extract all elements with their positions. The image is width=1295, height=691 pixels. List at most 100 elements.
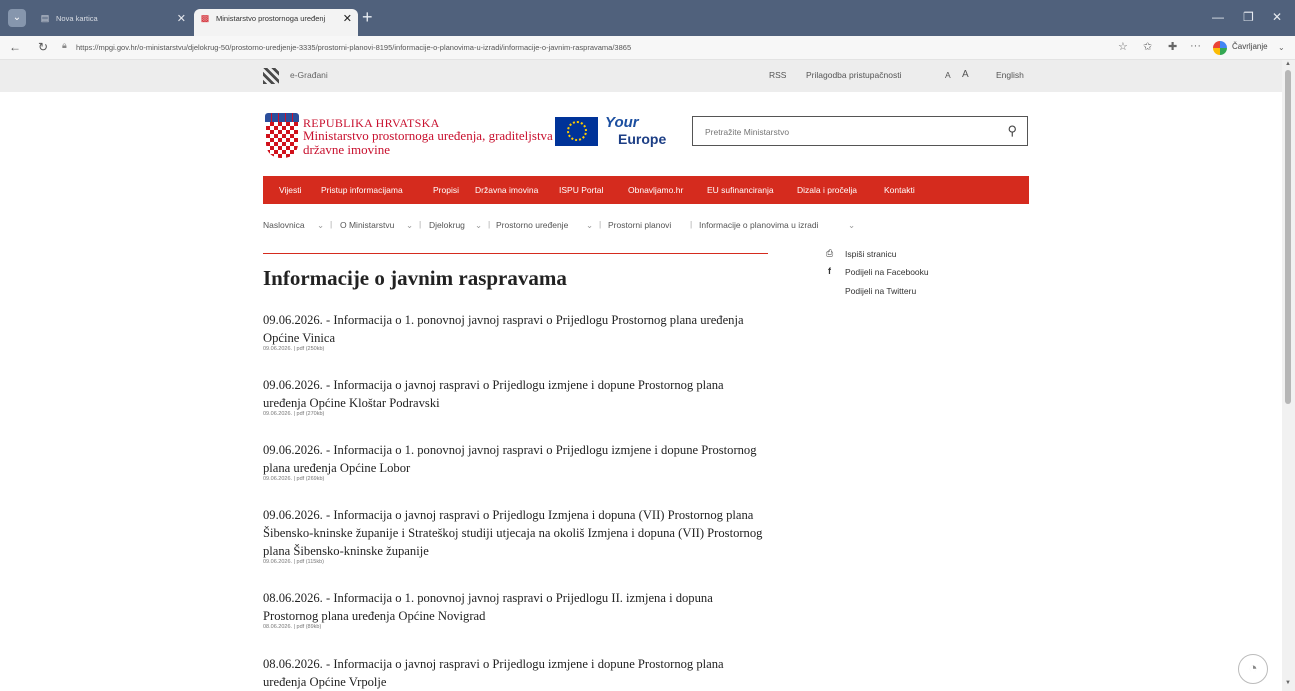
breadcrumb-item[interactable]: Djelokrug — [429, 220, 465, 230]
breadcrumb-separator: | — [690, 219, 693, 229]
list-item[interactable]: 08.06.2026. - Informacija o 1. ponovnoj … — [263, 589, 763, 630]
ministry-name[interactable]: Ministarstvo prostornoga uređenja, gradi… — [303, 129, 563, 157]
title-divider — [263, 253, 768, 254]
item-title: - Informacija o 1. ponovnoj javnoj raspr… — [263, 313, 744, 345]
breadcrumb-item[interactable]: Informacije o planovima u izradi — [699, 220, 819, 230]
item-date: 09.06.2026. — [263, 508, 323, 522]
close-window-icon[interactable]: ✕ — [1272, 10, 1282, 24]
facebook-icon[interactable]: f — [828, 266, 831, 276]
address-bar: ← ↻ 🔒︎ https://mpgi.gov.hr/o-ministarstv… — [0, 36, 1295, 60]
item-link[interactable]: 09.06.2026. - Informacija o javnoj raspr… — [263, 376, 763, 412]
browser-tabbar: ⌄ ▤ Nova kartica ✕ ▩ Ministarstvo prosto… — [0, 0, 1295, 36]
rss-link[interactable]: RSS — [769, 70, 786, 80]
list-item[interactable]: 09.06.2026. - Informacija o javnoj raspr… — [263, 506, 763, 565]
breadcrumb-item[interactable]: O Ministarstvu — [340, 220, 394, 230]
more-menu-icon[interactable]: ··· — [1190, 40, 1201, 52]
back-arrow-icon[interactable]: ← — [9, 40, 21, 54]
favorite-star-icon[interactable]: ☆ — [1118, 40, 1128, 53]
item-title: - Informacija o javnoj raspravi o Prijed… — [263, 657, 724, 689]
chevron-down-icon[interactable]: ⌄ — [586, 220, 593, 231]
nav-item-pristup-informacijama[interactable]: Pristup informacijama — [321, 185, 403, 195]
list-item[interactable]: 09.06.2026. - Informacija o 1. ponovnoj … — [263, 441, 763, 482]
nav-item-drzavna-imovina[interactable]: Državna imovina — [475, 185, 538, 195]
scroll-up-icon[interactable]: ▲ — [1285, 61, 1291, 67]
item-title: - Informacija o 1. ponovnoj javnoj raspr… — [263, 591, 713, 623]
nav-item-eu-sufinanciranja[interactable]: EU sufinanciranja — [707, 185, 774, 195]
tab-actions-chevron-icon[interactable]: ⌄ — [8, 9, 26, 27]
item-date: 08.06.2026. — [263, 657, 323, 671]
new-tab-page-icon: ▤ — [40, 13, 50, 23]
print-page-link[interactable]: Ispiši stranicu — [845, 249, 897, 259]
nav-item-vijesti[interactable]: Vijesti — [279, 185, 302, 195]
new-tab-button[interactable]: + — [362, 8, 373, 26]
utility-bar: e-Građani RSS Prilagodba pristupačnosti … — [0, 60, 1282, 92]
chevron-down-icon[interactable]: ⌄ — [317, 220, 324, 231]
your-europe-your[interactable]: Your — [605, 114, 639, 131]
search-box: ⚲ — [692, 116, 1028, 146]
nav-item-obnavljamo[interactable]: Obnavljamo.hr — [628, 185, 683, 195]
croatian-coat-of-arms-favicon-icon: ▩ — [200, 13, 210, 23]
item-meta[interactable]: 09.06.2026. | pdf (250kb) — [263, 346, 763, 352]
accessibility-link[interactable]: Prilagodba pristupačnosti — [806, 70, 901, 80]
search-icon[interactable]: ⚲ — [1007, 123, 1017, 139]
tab-ministry[interactable]: ▩ Ministarstvo prostornoga uređenj ✕ — [194, 9, 358, 36]
breadcrumb-item[interactable]: Prostorni planovi — [608, 220, 671, 230]
item-date: 09.06.2026. — [263, 313, 323, 327]
close-tab-icon[interactable]: ✕ — [177, 9, 186, 29]
your-europe-europe[interactable]: Europe — [618, 131, 666, 147]
page-title: Informacije o javnim raspravama — [263, 266, 567, 290]
item-date: 08.06.2026. — [263, 591, 323, 605]
printer-icon[interactable]: ⎙ — [826, 248, 833, 259]
font-smaller-button[interactable]: A — [945, 70, 951, 80]
list-item[interactable]: 09.06.2026. - Informacija o javnoj raspr… — [263, 376, 763, 417]
share-twitter-link[interactable]: Podijeli na Twitteru — [845, 286, 916, 296]
cookie-settings-icon[interactable]: ◔ — [1238, 654, 1268, 684]
item-link[interactable]: 09.06.2026. - Informacija o javnoj raspr… — [263, 506, 763, 560]
scroll-down-icon[interactable]: ▼ — [1285, 680, 1291, 686]
share-facebook-link[interactable]: Podijeli na Facebooku — [845, 267, 929, 277]
nav-item-dizala-i-procelja[interactable]: Dizala i pročelja — [797, 185, 857, 195]
item-title: - Informacija o javnoj raspravi o Prijed… — [263, 378, 724, 410]
eu-flag-icon[interactable] — [555, 117, 598, 146]
item-link[interactable]: 08.06.2026. - Informacija o javnoj raspr… — [263, 655, 763, 691]
scroll-thumb[interactable] — [1285, 70, 1291, 404]
list-item[interactable]: 09.06.2026. - Informacija o 1. ponovnoj … — [263, 311, 763, 352]
breadcrumb-separator: | — [488, 219, 491, 229]
nav-item-propisi[interactable]: Propisi — [433, 185, 459, 195]
minimize-icon[interactable]: — — [1212, 10, 1224, 24]
page-scrollbar[interactable]: ▲ ▼ — [1282, 60, 1295, 691]
item-title: - Informacija o 1. ponovnoj javnoj raspr… — [263, 443, 757, 475]
chevron-down-icon[interactable]: ⌄ — [406, 220, 413, 231]
search-input[interactable] — [705, 125, 995, 139]
refresh-icon[interactable]: ↻ — [38, 40, 48, 54]
copilot-label[interactable]: Čavrljanje — [1232, 42, 1268, 51]
item-title: - Informacija o javnoj raspravi o Prijed… — [263, 508, 763, 558]
favorites-icon[interactable]: ✩ — [1143, 40, 1152, 53]
chevron-down-icon[interactable]: ⌄ — [475, 220, 482, 231]
url-field[interactable]: https://mpgi.gov.hr/o-ministarstvu/djelo… — [60, 39, 1100, 56]
breadcrumb-item[interactable]: Naslovnica — [263, 220, 305, 230]
breadcrumb-separator: | — [599, 219, 602, 229]
copilot-icon[interactable] — [1213, 41, 1227, 55]
breadcrumb-item[interactable]: Prostorno uređenje — [496, 220, 568, 230]
item-link[interactable]: 09.06.2026. - Informacija o 1. ponovnoj … — [263, 441, 763, 477]
tab-new-tab[interactable]: ▤ Nova kartica ✕ — [34, 9, 192, 36]
egradani-link[interactable]: e-Građani — [290, 70, 328, 80]
egradani-logo-icon[interactable] — [263, 68, 279, 84]
item-date: 09.06.2026. — [263, 378, 323, 392]
checkerboard-shield-icon — [266, 122, 298, 158]
extensions-icon[interactable]: ✚ — [1168, 40, 1177, 53]
chevron-down-icon[interactable]: ⌄ — [848, 220, 855, 231]
coat-of-arms-logo[interactable] — [265, 113, 299, 159]
close-tab-icon[interactable]: ✕ — [343, 9, 352, 29]
breadcrumb-separator: | — [330, 219, 333, 229]
english-link[interactable]: English — [996, 70, 1024, 80]
font-larger-button[interactable]: A — [962, 69, 969, 80]
chevron-down-icon[interactable]: ⌄ — [1278, 43, 1285, 52]
item-link[interactable]: 09.06.2026. - Informacija o 1. ponovnoj … — [263, 311, 763, 347]
list-item[interactable]: 08.06.2026. - Informacija o javnoj raspr… — [263, 655, 763, 691]
item-link[interactable]: 08.06.2026. - Informacija o 1. ponovnoj … — [263, 589, 763, 625]
restore-icon[interactable]: ❐ — [1243, 10, 1254, 24]
nav-item-ispu-portal[interactable]: ISPU Portal — [559, 185, 603, 195]
nav-item-kontakti[interactable]: Kontakti — [884, 185, 915, 195]
